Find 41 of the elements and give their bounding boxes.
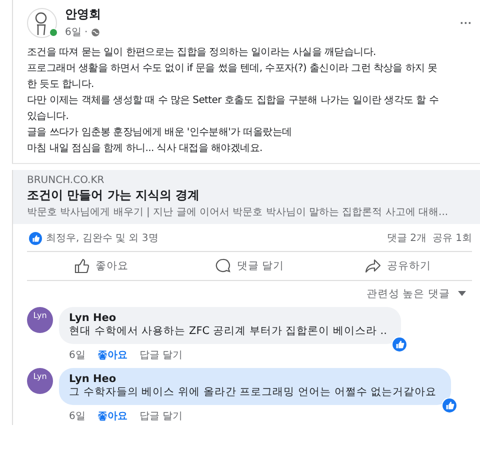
reply-link[interactable]: 답글 달기 [139, 409, 183, 423]
action-button[interactable]: 댓글 달기 [175, 252, 324, 280]
share-arrow-icon [364, 258, 381, 274]
commenter-name[interactable]: Lyn Heo [69, 373, 437, 385]
post-text-line: 글을 쓰다가 임춘봉 훈장님에게 배운 '인수분해'가 떠올랐는데 [27, 126, 293, 140]
thumbs-up-icon [74, 258, 90, 274]
comment-text: 그 수학자들의 베이스 위에 올라간 프로그래밍 언어는 어쩔수 없는거같아요 [69, 385, 437, 399]
action-button[interactable]: 좋아요 [27, 252, 176, 280]
reaction-names[interactable]: 최정우, 김완수 및 외 3명 [46, 231, 158, 245]
like-reaction-icon [442, 398, 457, 413]
like-reaction-icon [392, 337, 407, 352]
avatar-icon[interactable] [27, 8, 57, 38]
comment-like-link[interactable]: 좋아요 [97, 348, 128, 362]
commenter-avatar[interactable]: Lyn [27, 307, 53, 333]
post-time[interactable]: 6일 · [65, 25, 88, 39]
post-text-line: 프로그래머 생활을 하면서 수도 없이 if 문을 썼을 텐데, 수포자(?) 출신이라 그런 착상을 하지 못 [27, 62, 438, 76]
action-button[interactable]: 공유하기 [324, 252, 472, 280]
link-description: 박문호 박사님에게 배우기 | 지난 글에 이어서 박문호 박사님이 말하는 집합론적 사고에 대해... [27, 206, 450, 219]
speech-bubble-icon [214, 258, 231, 274]
reply-link[interactable]: 답글 달기 [139, 348, 183, 362]
comment-count[interactable]: 댓글 2개 [386, 231, 426, 245]
more-button[interactable]: ··· [456, 16, 476, 30]
link-preview[interactable]: BRUNCH.CO.KR 조건이 만들어 가는 지식의 경계 박문호 박사님에게 배우기 | 지난 글에 이어서 박문호 박사님이 말하는 집합론적 사고에 대해... [13, 170, 480, 224]
comment-sort-dropdown[interactable]: 관련성 높은 댓글 [366, 287, 466, 301]
commenter-avatar[interactable]: Lyn [27, 368, 53, 394]
comment-time[interactable]: 6일 [69, 409, 86, 423]
caret-icon [458, 291, 466, 297]
post-text-line: 마침 내일 점심을 함께 하니... 식사 대접을 해야겠네요. [27, 142, 264, 156]
like-reaction-icon [29, 232, 42, 244]
comment-time[interactable]: 6일 [69, 348, 86, 362]
link-title: 조건이 만들어 가는 지식의 경계 [27, 187, 201, 204]
comment-text: 현대 수학에서 사용하는 ZFC 공리계 부터가 집합론이 베이스라 .. [69, 324, 387, 338]
author-name[interactable]: 안영회 [65, 6, 448, 23]
post-text-line: 있습니다. [27, 110, 70, 124]
post-text-line: 조건을 따져 묻는 일이 한편으로는 집합을 정의하는 일이라는 사실을 깨닫습니다. [27, 46, 377, 60]
comment-like-link[interactable]: 좋아요 [97, 409, 128, 423]
post-text-line: 다만 이제는 객체를 생성할 때 수 많은 Setter 호출도 집합을 구분해 나가는 일이란 생각도 할 수 [27, 94, 440, 108]
share-count[interactable]: 공유 1회 [432, 231, 472, 245]
post-text-line: 한 듯도 합니다. [27, 78, 95, 92]
link-domain: BRUNCH.CO.KR [27, 175, 106, 186]
commenter-name[interactable]: Lyn Heo [69, 312, 387, 324]
